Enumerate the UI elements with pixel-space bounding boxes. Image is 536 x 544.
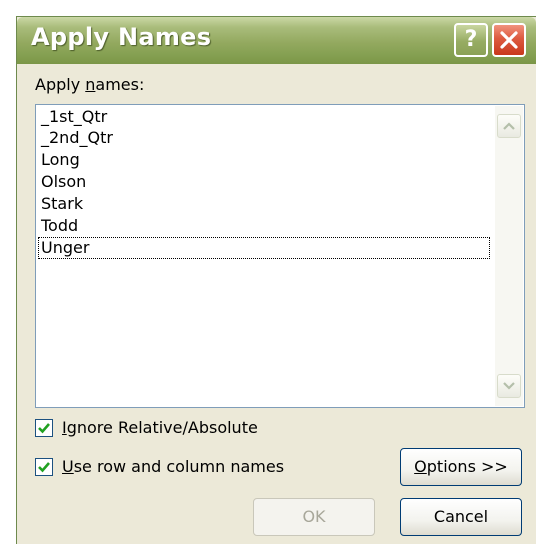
list-item[interactable]: _2nd_Qtr: [38, 127, 490, 149]
cancel-button[interactable]: Cancel: [400, 498, 522, 536]
list-item[interactable]: _1st_Qtr: [38, 106, 490, 128]
ignore-relative-checkbox[interactable]: [35, 419, 53, 437]
use-row-column-accelerator: U: [62, 457, 74, 476]
options-button[interactable]: Options >>: [400, 448, 522, 486]
ok-button[interactable]: OK: [253, 498, 375, 536]
apply-names-label-rest: ames:: [95, 75, 145, 94]
apply-names-label-prefix: Apply: [35, 75, 86, 94]
title-bar[interactable]: Apply Names ?: [17, 17, 536, 64]
help-button[interactable]: ?: [454, 23, 488, 57]
help-icon: ?: [464, 27, 478, 52]
use-row-column-checkbox[interactable]: [35, 458, 53, 476]
scroll-up-button[interactable]: [497, 114, 521, 138]
options-button-label: ptions >>: [426, 457, 508, 476]
apply-names-label-accelerator: n: [85, 75, 96, 94]
checkmark-icon: [38, 423, 50, 434]
names-listbox[interactable]: _1st_Qtr _2nd_Qtr Long Olson Stark Todd …: [35, 104, 525, 408]
apply-names-dialog: Apply Names ? Apply names: _1st_Qtr _2nd…: [16, 16, 536, 544]
chevron-down-icon: [503, 382, 515, 390]
apply-names-label: Apply names:: [35, 75, 144, 94]
checkmark-icon: [38, 462, 50, 473]
list-item[interactable]: Long: [38, 149, 490, 171]
chevron-up-icon: [503, 122, 515, 130]
close-button[interactable]: [492, 23, 526, 57]
list-item[interactable]: Unger: [38, 237, 490, 259]
list-item[interactable]: Olson: [38, 171, 490, 193]
close-icon: [500, 31, 518, 49]
list-item[interactable]: Stark: [38, 193, 490, 215]
vertical-scrollbar[interactable]: [495, 106, 523, 406]
ignore-relative-text: gnore Relative/Absolute: [66, 418, 258, 437]
dialog-title: Apply Names: [31, 23, 212, 51]
options-button-accelerator: O: [414, 457, 427, 476]
use-row-column-text: se row and column names: [73, 457, 285, 476]
scroll-down-button[interactable]: [497, 374, 521, 398]
list-item[interactable]: Todd: [38, 215, 490, 237]
ignore-relative-label[interactable]: Ignore Relative/Absolute: [62, 418, 258, 437]
use-row-column-label[interactable]: Use row and column names: [62, 457, 284, 476]
